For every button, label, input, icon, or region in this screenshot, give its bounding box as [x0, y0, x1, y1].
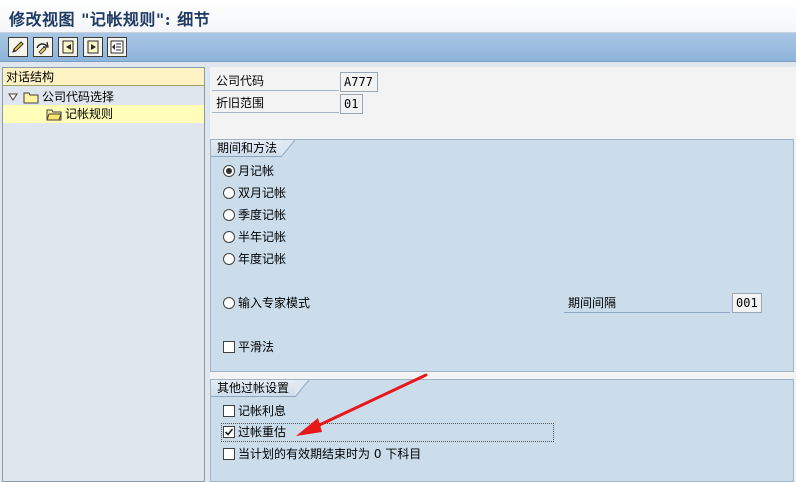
dialog-structure-panel: 对话结构 公司代码选择 记帐规则 — [2, 67, 205, 482]
next-entry-icon — [87, 40, 99, 54]
application-toolbar — [0, 33, 796, 62]
checkbox-smoothing[interactable]: 平滑法 — [223, 338, 274, 356]
radio-bimonthly[interactable]: 双月记帐 — [223, 184, 286, 202]
folder-open-icon — [46, 109, 62, 120]
folder-open-icon — [23, 92, 39, 103]
company-code-label: 公司代码 — [212, 72, 339, 91]
window-title: 修改视图 "记帐规则": 细节 — [9, 10, 211, 29]
previous-entry-button[interactable] — [58, 37, 78, 57]
next-entry-button[interactable] — [83, 37, 103, 57]
dialog-structure-header: 对话结构 — [3, 68, 204, 86]
list-icon — [110, 40, 124, 54]
checkbox-post-revaluation[interactable]: 过帐重估 — [223, 423, 286, 441]
radio-quarterly[interactable]: 季度记帐 — [223, 206, 286, 224]
expand-triangle-icon[interactable] — [7, 91, 19, 103]
nav-item-label: 公司代码选择 — [42, 90, 115, 104]
pencil-button[interactable] — [8, 37, 28, 57]
period-interval-field[interactable]: 001 — [732, 293, 762, 313]
depreciation-area-field: 01 — [340, 94, 363, 114]
checkbox-post-interest[interactable]: 记帐利息 — [223, 402, 286, 420]
previous-entry-icon — [62, 40, 74, 54]
list-button[interactable] — [107, 37, 127, 57]
nav-item-company-code-selection[interactable]: 公司代码选择 — [7, 88, 114, 106]
radio-expert-mode[interactable]: 输入专家模式 — [223, 294, 310, 312]
title-bar: 修改视图 "记帐规则": 细节 — [0, 0, 796, 33]
pencil-icon — [12, 41, 24, 53]
company-code-field: A777 — [340, 72, 378, 92]
checkbox-zero-account-at-plan-end[interactable]: 当计划的有效期结束时为 0 下科目 — [223, 445, 421, 463]
display-change-icon — [36, 41, 49, 55]
period-interval-label: 期间间隔 — [564, 294, 730, 313]
radio-selected-dot — [226, 168, 232, 174]
period-method-group-title: 期间和方法 — [211, 140, 281, 157]
depreciation-area-label: 折旧范围 — [212, 94, 339, 113]
checkmark-icon — [224, 428, 234, 436]
display-change-button[interactable] — [33, 37, 53, 57]
other-posting-settings-title: 其他过帐设置 — [211, 380, 295, 397]
group-tab-edge — [295, 380, 309, 397]
nav-item-posting-rules[interactable]: 记帐规则 — [3, 105, 204, 123]
radio-semiannual[interactable]: 半年记帐 — [223, 228, 286, 246]
other-posting-settings-group: 其他过帐设置 记帐利息 过帐重估 当计划的有效期结束时为 0 下科目 — [210, 379, 794, 482]
detail-content: 公司代码 A777 折旧范围 01 期间和方法 月记帐 双月记帐 季度记帐 半年… — [210, 67, 796, 482]
nav-item-label: 记帐规则 — [65, 107, 114, 121]
group-tab-edge — [281, 140, 295, 157]
radio-monthly[interactable]: 月记帐 — [223, 162, 274, 180]
period-method-group: 期间和方法 月记帐 双月记帐 季度记帐 半年记帐 年度记帐 输入专家模式 期间间… — [210, 139, 794, 372]
radio-annual[interactable]: 年度记帐 — [223, 250, 286, 268]
